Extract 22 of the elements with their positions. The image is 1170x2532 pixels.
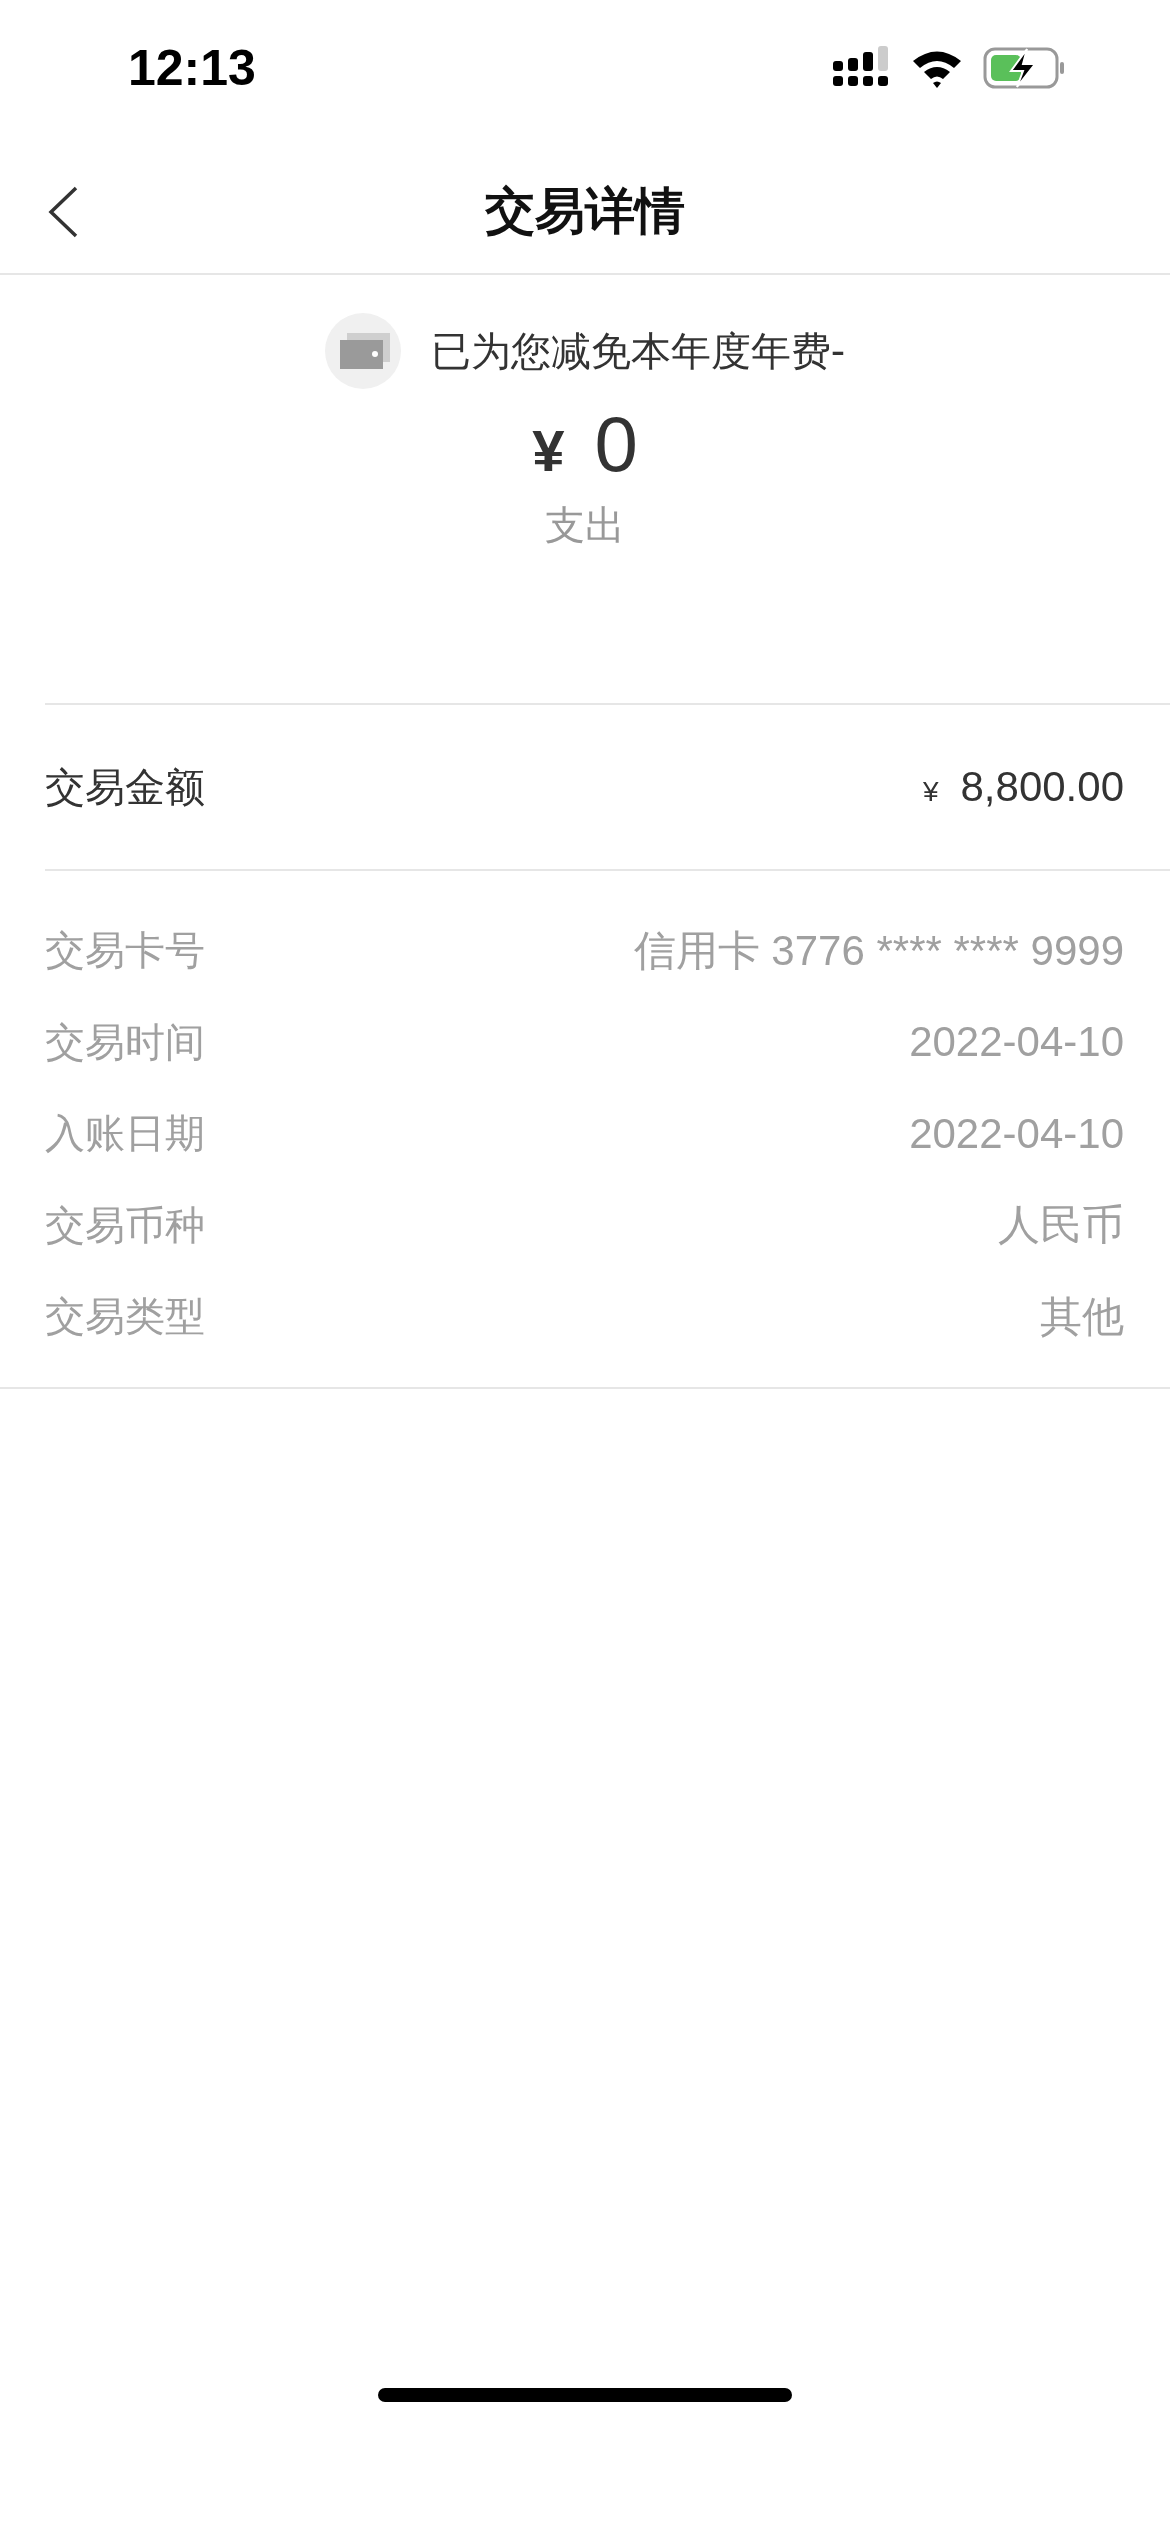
detail-label: 交易币种 <box>45 1200 205 1250</box>
detail-value: 2022-04-10 <box>909 1109 1124 1158</box>
detail-value: 其他 <box>1040 1291 1124 1342</box>
notice-text: 已为您减免本年度年费- <box>430 326 846 376</box>
page-title: 交易详情 <box>485 181 685 242</box>
battery-charging-icon <box>983 47 1065 89</box>
status-time: 12:13 <box>128 39 256 97</box>
back-icon[interactable] <box>48 186 78 238</box>
currency-symbol: ¥ <box>532 417 565 484</box>
amount-value: 8,800.00 <box>960 763 1124 811</box>
detail-value: 人民币 <box>998 1200 1124 1251</box>
card-icon <box>324 313 401 389</box>
amount-label: 交易金额 <box>45 762 205 812</box>
detail-label: 交易类型 <box>45 1292 205 1342</box>
transaction-direction: 支出 <box>545 501 625 550</box>
detail-value: 信用卡 3776 **** **** 9999 <box>633 925 1124 976</box>
currency-symbol: ¥ <box>922 776 939 808</box>
amount-value: 0 <box>594 399 638 490</box>
detail-value: 2022-04-10 <box>909 1018 1124 1067</box>
detail-label: 交易时间 <box>45 1017 205 1067</box>
detail-label: 交易卡号 <box>45 926 205 976</box>
detail-label: 入账日期 <box>45 1109 205 1159</box>
